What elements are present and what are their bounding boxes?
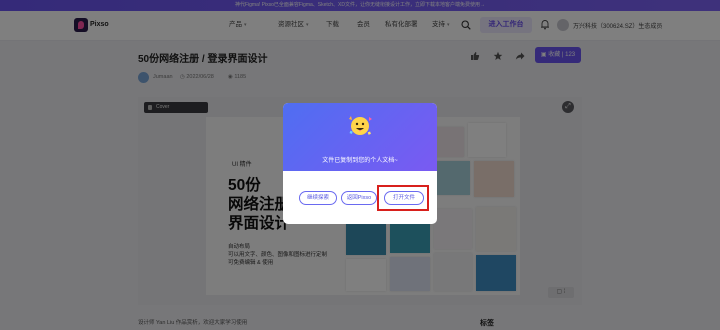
- back-to-pixso-button[interactable]: 返回Pixso: [341, 191, 377, 205]
- dialog-header: 文件已复制到您的个人文档~: [283, 103, 437, 171]
- highlight-box: [377, 185, 429, 211]
- dialog-title: 文件已复制到您的个人文档~: [322, 158, 398, 164]
- continue-explore-button[interactable]: 继续探索: [299, 191, 337, 205]
- celebrating-emoji-icon: [349, 116, 372, 135]
- copy-success-dialog: 文件已复制到您的个人文档~ 继续探索 返回Pixso 打开文件: [283, 103, 437, 224]
